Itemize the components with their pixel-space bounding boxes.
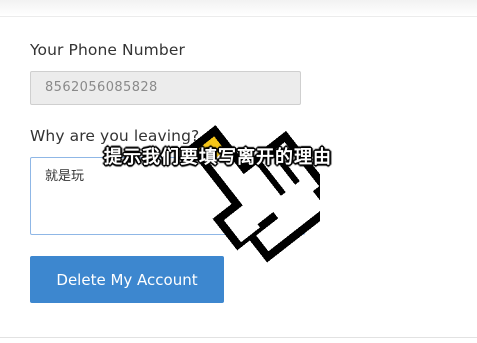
phone-number-field[interactable]: 8562056085828 — [30, 71, 301, 105]
top-strip — [0, 0, 477, 16]
delete-account-form: Your Phone Number 8562056085828 Why are … — [0, 0, 477, 343]
video-subtitle: 提示我们要填写离开的理由 — [104, 147, 332, 168]
phone-number-label: Your Phone Number — [30, 41, 185, 59]
top-divider — [0, 16, 477, 17]
bottom-divider — [0, 337, 477, 338]
pixel-hand-pointer-icon — [187, 125, 320, 263]
